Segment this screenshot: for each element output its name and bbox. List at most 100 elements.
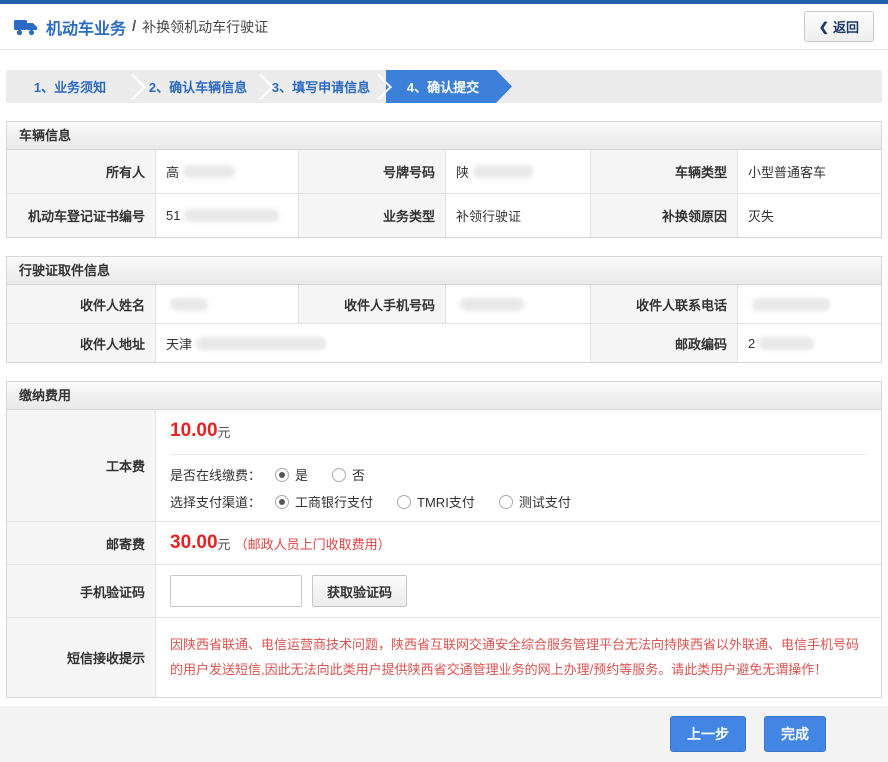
recipient-address-label: 收件人地址 bbox=[7, 324, 156, 362]
postage-fee-label: 邮寄费 bbox=[7, 522, 156, 564]
pay-channel-icbc-label: 工商银行支付 bbox=[295, 495, 374, 510]
step-1-business-notice[interactable]: 1、业务须知 bbox=[6, 70, 134, 103]
plate-label: 号牌号码 bbox=[299, 150, 446, 193]
zip-code-label: 邮政编码 bbox=[591, 324, 738, 362]
table-row: 机动车登记证书编号 51 业务类型 补领行驶证 补换领原因 灭失 bbox=[7, 193, 881, 237]
divider bbox=[170, 454, 867, 455]
sms-code-label: 手机验证码 bbox=[7, 565, 156, 617]
recipient-address-value: 天津 bbox=[156, 324, 591, 362]
chevron-left-icon: ❮ bbox=[818, 19, 829, 34]
sms-code-input[interactable] bbox=[170, 575, 302, 607]
step-2-confirm-vehicle[interactable]: 2、确认车辆信息 bbox=[134, 70, 262, 103]
postage-amount-unit: 元 bbox=[217, 536, 231, 552]
online-pay-yes-label: 是 bbox=[295, 468, 309, 483]
truck-icon bbox=[14, 19, 37, 35]
footer-bar: 上一步 完成 bbox=[0, 705, 888, 762]
postage-fee-row: 邮寄费 30.00 元 （邮政人员上门收取费用） bbox=[7, 521, 881, 564]
pay-channel-option-test[interactable]: 测试支付 bbox=[498, 492, 571, 511]
sms-code-content: 获取验证码 bbox=[156, 565, 881, 617]
redacted-text bbox=[183, 165, 236, 178]
sms-notice-content: 因陕西省联通、电信运营商技术问题，陕西省互联网交通安全综合服务管理平台无法向持陕… bbox=[156, 618, 881, 697]
pay-channel-question: 选择支付渠道： bbox=[170, 495, 262, 510]
cost-amount: 10.00 元 bbox=[170, 420, 867, 442]
sms-code-row: 手机验证码 获取验证码 bbox=[7, 564, 881, 617]
cert-number-label: 机动车登记证书编号 bbox=[7, 194, 156, 237]
online-pay-no-label: 否 bbox=[352, 468, 366, 483]
breadcrumb-current: 补换领机动车行驶证 bbox=[142, 18, 269, 35]
get-code-button[interactable]: 获取验证码 bbox=[312, 575, 408, 607]
redacted-text bbox=[196, 336, 327, 350]
vehicle-type-value: 小型普通客车 bbox=[738, 150, 881, 193]
recipient-phone-value bbox=[738, 285, 881, 323]
online-pay-question-row: 是否在线缴费： 是 否 bbox=[170, 465, 867, 484]
step-1-label: 1、业务须知 bbox=[33, 80, 107, 95]
step-4-confirm-submit[interactable]: 4、确认提交 bbox=[386, 70, 512, 103]
sms-notice-text: 因陕西省联通、电信运营商技术问题，陕西省互联网交通安全综合服务管理平台无法向持陕… bbox=[170, 637, 860, 678]
online-pay-option-no[interactable]: 否 bbox=[332, 465, 365, 484]
delivery-info-title: 行驶证取件信息 bbox=[7, 257, 881, 285]
redacted-text bbox=[184, 209, 280, 222]
radio-checked-icon[interactable] bbox=[275, 494, 290, 509]
pay-channel-option-tmri[interactable]: TMRI支付 bbox=[397, 492, 475, 511]
pay-channel-tmri-label: TMRI支付 bbox=[417, 495, 475, 510]
pay-channel-test-label: 测试支付 bbox=[518, 495, 571, 510]
business-type-label: 业务类型 bbox=[299, 194, 446, 237]
redacted-text bbox=[752, 297, 830, 311]
redacted-text bbox=[460, 297, 524, 311]
payment-panel: 缴纳费用 工本费 10.00 元 是否在线缴费： 是 否 选择支付渠道： 工商银… bbox=[6, 381, 882, 698]
payment-title: 缴纳费用 bbox=[7, 382, 881, 410]
radio-checked-icon[interactable] bbox=[275, 467, 290, 482]
plate-value: 陕 bbox=[446, 150, 591, 193]
previous-step-button[interactable]: 上一步 bbox=[670, 715, 746, 752]
vehicle-info-title: 车辆信息 bbox=[7, 122, 881, 150]
recipient-name-value bbox=[156, 285, 299, 323]
owner-label: 所有人 bbox=[7, 150, 156, 193]
table-row: 收件人姓名 收件人手机号码 收件人联系电话 bbox=[7, 285, 881, 323]
online-pay-question: 是否在线缴费： bbox=[170, 468, 262, 483]
reason-label: 补换领原因 bbox=[591, 194, 738, 237]
cost-amount-unit: 元 bbox=[217, 424, 231, 440]
vehicle-info-panel: 车辆信息 所有人 高 号牌号码 陕 车辆类型 小型普通客车 机动车登记证书编号 … bbox=[6, 121, 882, 238]
redacted-text bbox=[473, 165, 534, 178]
vehicle-type-label: 车辆类型 bbox=[591, 150, 738, 193]
owner-value: 高 bbox=[156, 150, 299, 193]
postage-fee-content: 30.00 元 （邮政人员上门收取费用） bbox=[156, 522, 881, 564]
reason-value: 灭失 bbox=[738, 194, 881, 237]
cost-amount-number: 10.00 bbox=[170, 420, 218, 441]
postage-amount-number: 30.00 bbox=[170, 532, 218, 553]
step-4-label: 4、确认提交 bbox=[406, 80, 480, 95]
sms-notice-row: 短信接收提示 因陕西省联通、电信运营商技术问题，陕西省互联网交通安全综合服务管理… bbox=[7, 617, 881, 697]
sms-notice-label: 短信接收提示 bbox=[7, 618, 156, 697]
recipient-mobile-value bbox=[446, 285, 591, 323]
postage-note: （邮政人员上门收取费用） bbox=[234, 536, 391, 552]
breadcrumb-separator: / bbox=[132, 18, 137, 35]
step-nav: 1、业务须知 2、确认车辆信息 3、填写申请信息 4、确认提交 bbox=[6, 70, 882, 103]
recipient-mobile-label: 收件人手机号码 bbox=[299, 285, 446, 323]
recipient-phone-label: 收件人联系电话 bbox=[591, 285, 738, 323]
back-button-label: 返回 bbox=[832, 20, 859, 35]
cert-number-value: 51 bbox=[156, 194, 299, 237]
step-3-label: 3、填写申请信息 bbox=[271, 80, 371, 95]
redacted-text bbox=[759, 336, 815, 350]
zip-code-value: 2 bbox=[738, 324, 881, 362]
cost-fee-row: 工本费 10.00 元 是否在线缴费： 是 否 选择支付渠道： 工商银行支付 T… bbox=[7, 410, 881, 521]
cost-fee-label: 工本费 bbox=[7, 410, 156, 521]
online-pay-option-yes[interactable]: 是 bbox=[275, 465, 308, 484]
table-row: 所有人 高 号牌号码 陕 车辆类型 小型普通客车 bbox=[7, 150, 881, 193]
table-row: 收件人地址 天津 邮政编码 2 bbox=[7, 323, 881, 362]
recipient-name-label: 收件人姓名 bbox=[7, 285, 156, 323]
step-3-fill-application[interactable]: 3、填写申请信息 bbox=[262, 70, 380, 103]
page-title: 机动车业务 bbox=[46, 20, 127, 38]
pay-channel-option-icbc[interactable]: 工商银行支付 bbox=[275, 492, 373, 511]
radio-unchecked-icon[interactable] bbox=[498, 494, 513, 509]
page-header: 机动车业务 / 补换领机动车行驶证 ❮ 返回 bbox=[0, 4, 888, 50]
finish-button[interactable]: 完成 bbox=[764, 715, 826, 752]
business-type-value: 补领行驶证 bbox=[446, 194, 591, 237]
cost-fee-content: 10.00 元 是否在线缴费： 是 否 选择支付渠道： 工商银行支付 TMRI支… bbox=[156, 410, 881, 521]
radio-unchecked-icon[interactable] bbox=[332, 467, 347, 482]
delivery-info-panel: 行驶证取件信息 收件人姓名 收件人手机号码 收件人联系电话 收件人地址 天津 邮… bbox=[6, 256, 882, 363]
radio-unchecked-icon[interactable] bbox=[397, 494, 412, 509]
redacted-text bbox=[170, 297, 208, 311]
back-button[interactable]: ❮ 返回 bbox=[803, 11, 874, 42]
pay-channel-question-row: 选择支付渠道： 工商银行支付 TMRI支付 测试支付 bbox=[170, 492, 867, 511]
